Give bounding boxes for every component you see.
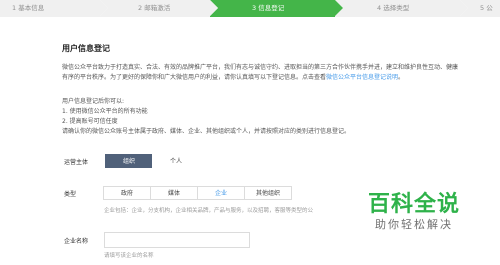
registration-guide-link[interactable]: 微信公众平台信息登记说明 <box>326 74 398 81</box>
subject-option-organization[interactable]: 组织 <box>105 154 153 168</box>
step-email-activation: 2 邮箱激活 <box>100 0 218 17</box>
page-title: 用户信息登记 <box>62 44 110 53</box>
type-hint: 企业包括：企业，分支机构，企业相关品牌，产品与服务，以及招聘，客服等类型的公 <box>104 208 314 214</box>
type-option-enterprise[interactable]: 企业 <box>197 186 245 200</box>
step-basic-info: 1 基本信息 <box>0 0 108 17</box>
watermark-main-text: 百科全说 <box>367 192 460 217</box>
org-name-hint: 请填写该企业的名称 <box>104 253 154 259</box>
watermark-sub-text: 助你轻松解决 <box>374 218 453 231</box>
intro-text: 微信公众平台致力于打造真实、合法、有效的品牌推广平台，我们有志与诚信守约、进取担… <box>62 63 498 83</box>
intro-line-1: 微信公众平台致力于打造真实、合法、有效的品牌推广平台，我们有志与诚信守约、进取担… <box>62 64 459 71</box>
purpose-title: 用户信息登记后你可以: <box>62 98 125 105</box>
purpose-item: 1. 使用微信公众平台的所有功能 <box>62 108 148 115</box>
type-selector: 政府 媒体 企业 其他组织 <box>103 186 292 200</box>
type-option-government[interactable]: 政府 <box>103 186 151 200</box>
type-option-media[interactable]: 媒体 <box>150 186 198 200</box>
org-name-input[interactable] <box>104 232 250 248</box>
intro-line-2-suffix: 。 <box>398 74 405 81</box>
intro-line-2: 有序的平台秩序。为了更好的保障你和广大微信用户的利益，请你认真填写以下登记信息。… <box>62 73 498 83</box>
page: 1 基本信息 2 邮箱激活 3 信息登记 4 选择类型 5 公 用户信息登记 微… <box>0 0 500 265</box>
registration-stepper: 1 基本信息 2 邮箱激活 3 信息登记 4 选择类型 5 公 <box>0 0 500 17</box>
intro-line-2-prefix: 有序的平台秩序。为了更好的保障你和广大微信用户的利益，请你认真填写以下登记信息。… <box>62 74 327 81</box>
org-name-label: 企业名称 <box>64 238 89 245</box>
type-label: 类型 <box>64 191 77 198</box>
watermark-logo: 百科全说 助你轻松解决 <box>368 192 460 232</box>
purpose-section: 用户信息登记后你可以: 1. 使用微信公众平台的所有功能 2. 提高账号可信任度… <box>62 97 492 137</box>
step-select-type: 4 选择类型 <box>335 0 468 17</box>
subject-option-individual[interactable]: 个人 <box>152 154 200 168</box>
step-info-registration: 3 信息登记 <box>210 0 343 17</box>
type-option-other-org[interactable]: 其他组织 <box>244 186 292 200</box>
purpose-note: 请确认你的微信公众账号主体属于政府、媒体、企业、其他组织或个人，并请按照对应的类… <box>62 128 351 135</box>
purpose-item: 2. 提高账号可信任度 <box>62 118 118 125</box>
subject-selector: 组织 个人 <box>105 154 200 168</box>
subject-label: 运营主体 <box>64 159 89 166</box>
